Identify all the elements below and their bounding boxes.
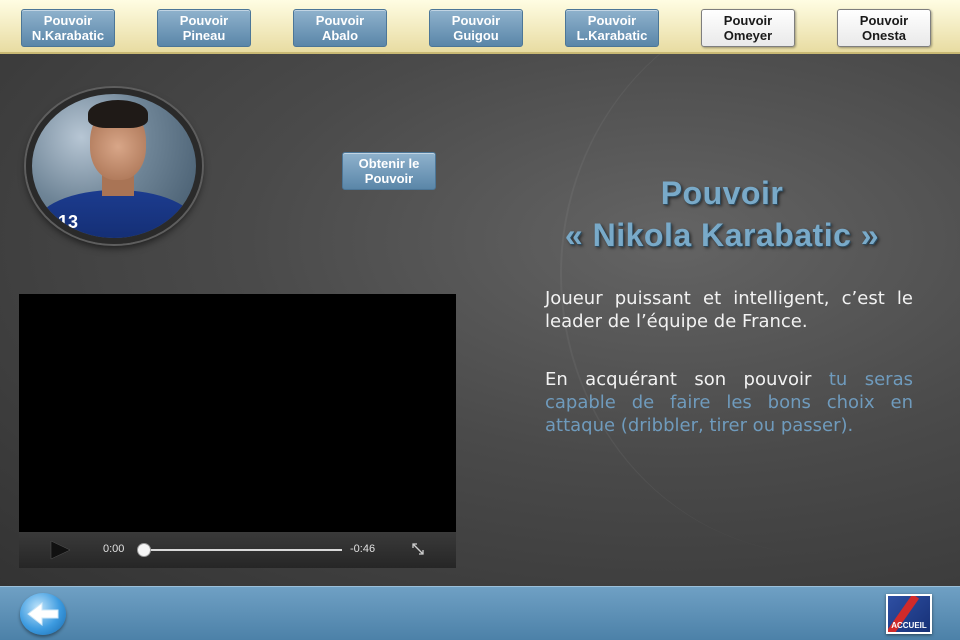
back-button[interactable] xyxy=(20,593,66,635)
tab-label-line1: Pouvoir xyxy=(587,13,637,28)
current-time: 0:00 xyxy=(103,543,125,555)
tab-pouvoir-onesta[interactable]: Pouvoir Onesta xyxy=(837,9,931,47)
obtain-label-line2: Pouvoir xyxy=(364,171,414,186)
back-arrow-icon xyxy=(27,601,59,627)
tab-label-line1: Pouvoir xyxy=(43,13,93,28)
tab-label-line2: Onesta xyxy=(861,28,907,43)
play-icon xyxy=(50,540,71,560)
main-content: 13 Obtenir le Pouvoir Pouvoir « Nikola K… xyxy=(0,54,960,586)
top-tab-bar: Pouvoir N.Karabatic Pouvoir Pineau Pouvo… xyxy=(0,0,960,54)
description-paragraph-2: En acquérant son pouvoir tu seras capabl… xyxy=(545,368,913,437)
tab-pouvoir-l-karabatic[interactable]: Pouvoir L.Karabatic xyxy=(565,9,659,47)
power-title-line2: « Nikola Karabatic » xyxy=(564,217,880,253)
tab-pouvoir-omeyer[interactable]: Pouvoir Omeyer xyxy=(701,9,795,47)
seek-thumb[interactable] xyxy=(137,543,151,557)
obtain-label-line1: Obtenir le xyxy=(358,156,420,171)
tab-label-line2: L.Karabatic xyxy=(576,28,648,43)
obtain-power-button[interactable]: Obtenir le Pouvoir xyxy=(342,152,436,190)
tab-label-line1: Pouvoir xyxy=(859,13,909,28)
avatar-hair xyxy=(88,100,148,128)
tab-pouvoir-guigou[interactable]: Pouvoir Guigou xyxy=(429,9,523,47)
expand-icon[interactable] xyxy=(410,541,426,557)
remaining-time: -0:46 xyxy=(350,543,376,555)
video-controls: 0:00 -0:46 xyxy=(19,532,456,568)
tab-label-line1: Pouvoir xyxy=(723,13,773,28)
tab-label-line2: N.Karabatic xyxy=(31,28,105,43)
power-title: Pouvoir « Nikola Karabatic » xyxy=(520,172,924,256)
tab-label-line1: Pouvoir xyxy=(315,13,365,28)
description-plain-text: En acquérant son pouvoir xyxy=(545,369,829,390)
home-label: ACCUEIL xyxy=(891,621,927,630)
tab-pouvoir-n-karabatic[interactable]: Pouvoir N.Karabatic xyxy=(21,9,115,47)
video-player[interactable] xyxy=(19,294,456,568)
tab-label-line2: Guigou xyxy=(453,28,499,43)
home-button[interactable]: ACCUEIL xyxy=(886,594,932,634)
tab-label-line2: Omeyer xyxy=(723,28,773,43)
tab-label-line2: Abalo xyxy=(321,28,359,43)
seek-track[interactable] xyxy=(146,549,342,551)
bottom-bar: ACCUEIL xyxy=(0,586,960,640)
description-paragraph-1: Joueur puissant et intelligent, c’est le… xyxy=(545,288,913,332)
power-title-line1: Pouvoir xyxy=(660,175,784,211)
tab-label-line1: Pouvoir xyxy=(451,13,501,28)
tab-pouvoir-pineau[interactable]: Pouvoir Pineau xyxy=(157,9,251,47)
tab-label-line2: Pineau xyxy=(182,28,226,43)
tab-label-line1: Pouvoir xyxy=(179,13,229,28)
player-avatar: 13 xyxy=(26,88,202,244)
tab-pouvoir-abalo[interactable]: Pouvoir Abalo xyxy=(293,9,387,47)
jersey-number: 13 xyxy=(58,212,79,232)
play-button[interactable] xyxy=(49,540,73,560)
